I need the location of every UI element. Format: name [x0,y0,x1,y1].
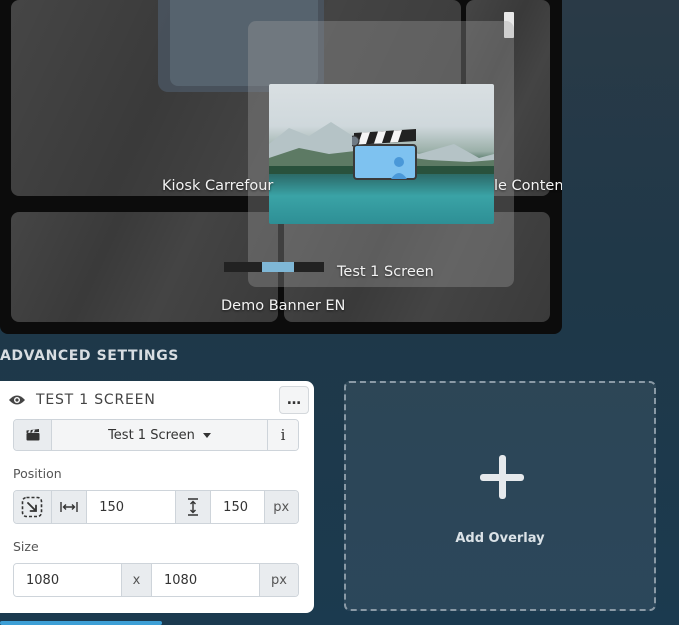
size-unit-label: px [271,572,287,588]
position-x-input[interactable]: 150 [87,491,176,523]
info-button[interactable]: i [268,420,298,450]
panel-label-test-screen: Test 1 Screen [337,264,434,280]
position-unit-label: px [273,499,290,515]
primary-action-bar[interactable] [0,621,162,625]
vertical-arrows-icon [188,498,198,516]
add-overlay-label: Add Overlay [455,531,545,546]
source-type-addon [14,420,52,450]
source-dropdown-value: Test 1 Screen [108,427,195,443]
source-dropdown[interactable]: Test 1 Screen [52,420,268,450]
overlay-settings-card: TEST 1 SCREEN … Test 1 Screen i Position [0,381,314,613]
size-height-value: 1080 [164,572,198,588]
more-options-button[interactable]: … [279,386,309,414]
size-unit: px [260,564,298,596]
advanced-settings-title: ADVANCED SETTINGS [0,348,179,364]
caret-down-icon [202,432,211,438]
panel-label-kiosk: Kiosk Carrefour [162,178,274,194]
eye-icon[interactable] [8,393,26,407]
size-label: Size [13,539,39,554]
size-group: 1080 x 1080 px [13,563,299,597]
clapperboard-icon [26,429,39,441]
panel-label-content: le Content [494,178,562,194]
position-group: 150 150 px [13,490,299,524]
anchor-icon [22,496,43,518]
size-width-value: 1080 [26,572,60,588]
position-y-input[interactable]: 150 [211,491,265,523]
banner-thumbnail [224,262,324,272]
anchor-button[interactable] [14,491,52,523]
panel-label-demo-banner: Demo Banner EN [221,298,346,314]
size-separator: x [122,564,152,596]
position-label: Position [13,466,62,481]
position-y-value: 150 [223,499,248,515]
position-x-value: 150 [99,499,125,515]
source-selector-group: Test 1 Screen i [13,419,299,451]
clapperboard-icon [352,129,417,180]
size-width-input[interactable]: 1080 [14,564,122,596]
size-height-input[interactable]: 1080 [152,564,260,596]
size-separator-label: x [132,572,141,588]
card-header: TEST 1 SCREEN [8,392,156,408]
y-position-addon [175,491,212,523]
x-position-addon [51,491,88,523]
more-icon: … [287,392,301,408]
add-overlay-button[interactable]: Add Overlay [344,381,656,611]
position-unit: px [264,491,298,523]
card-title: TEST 1 SCREEN [36,392,156,408]
info-icon: i [280,426,286,444]
horizontal-arrows-icon [60,502,78,512]
